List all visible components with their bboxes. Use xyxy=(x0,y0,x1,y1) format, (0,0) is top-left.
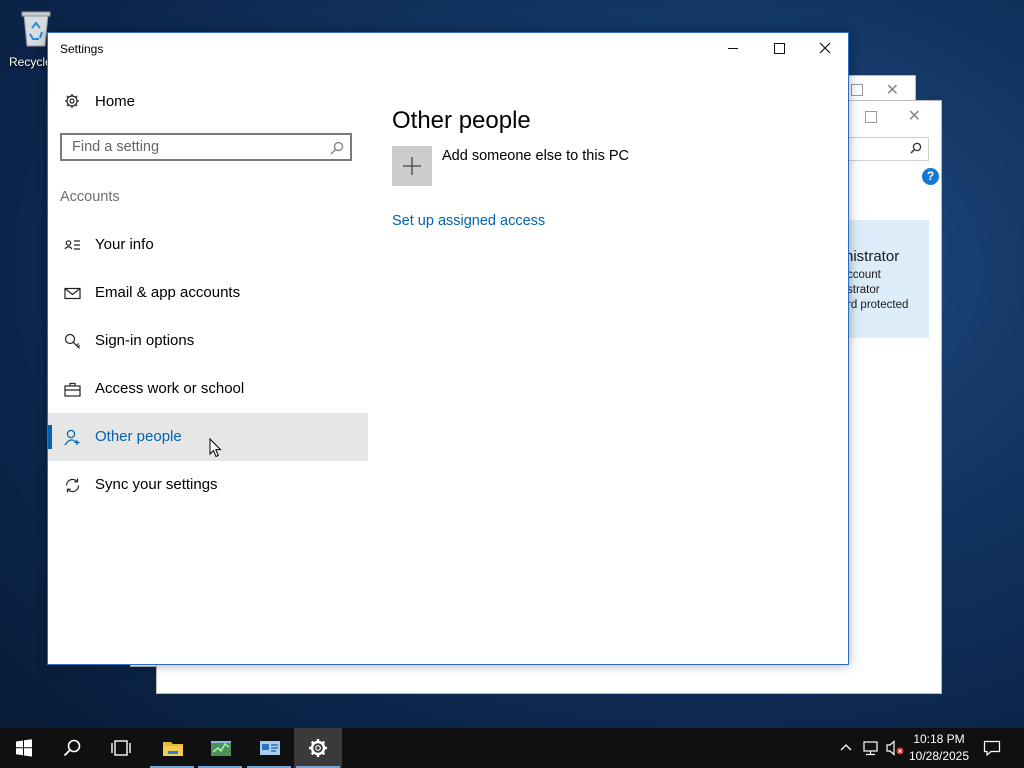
contact-card-icon xyxy=(64,240,80,250)
maximize-icon[interactable] xyxy=(865,111,877,123)
person-add-icon xyxy=(64,429,80,446)
maximize-icon[interactable] xyxy=(851,84,863,96)
close-icon[interactable]: ✕ xyxy=(908,106,921,126)
nav-item-sync-settings[interactable]: Sync your settings xyxy=(48,461,368,509)
nav-item-your-info[interactable]: Your info xyxy=(48,221,368,269)
taskbar-task-manager[interactable] xyxy=(196,728,244,768)
server-manager-icon xyxy=(260,741,280,755)
nav-item-label: Access work or school xyxy=(95,380,245,397)
nav-item-email-app-accounts[interactable]: Email & app accounts xyxy=(48,269,368,317)
account-card-details: ccount strator rd protected xyxy=(847,269,909,311)
chevron-up-icon xyxy=(840,744,852,751)
nav-item-label: Sync your settings xyxy=(95,476,218,493)
section-heading-accounts: Accounts xyxy=(60,189,120,205)
search-input[interactable] xyxy=(62,135,334,159)
taskbar-clock[interactable]: 10:18 PM 10/28/2025 xyxy=(900,731,978,765)
taskbar-settings[interactable] xyxy=(294,728,342,768)
nav-item-other-people[interactable]: Other people xyxy=(48,413,368,461)
close-button[interactable] xyxy=(802,33,848,64)
action-center-button[interactable] xyxy=(978,728,1008,768)
clock-time: 10:18 PM xyxy=(913,732,965,746)
search-setting-box[interactable] xyxy=(60,133,352,161)
assigned-access-link[interactable]: Set up assigned access xyxy=(392,213,545,229)
task-view-button[interactable] xyxy=(96,728,144,768)
show-hidden-icons-button[interactable] xyxy=(838,728,854,768)
task-view-icon xyxy=(111,740,131,756)
close-icon xyxy=(819,42,831,54)
page-title: Other people xyxy=(392,107,531,135)
nav-item-label: Your info xyxy=(95,236,154,253)
nav-item-sign-in-options[interactable]: Sign-in options xyxy=(48,317,368,365)
taskbar: 10:18 PM 10/28/2025 xyxy=(0,728,1024,768)
nav-item-label: Other people xyxy=(95,428,182,445)
file-explorer-icon xyxy=(163,742,183,756)
add-person-label[interactable]: Add someone else to this PC xyxy=(442,148,629,164)
maximize-button[interactable] xyxy=(756,33,802,64)
maximize-icon xyxy=(774,43,785,54)
window-title: Settings xyxy=(60,42,104,56)
mouse-cursor-icon xyxy=(209,438,222,458)
minimize-button[interactable] xyxy=(710,33,756,64)
key-icon xyxy=(64,333,81,349)
taskbar-file-explorer[interactable] xyxy=(148,728,196,768)
nav-home-label: Home xyxy=(95,93,136,110)
nav-item-label: Email & app accounts xyxy=(95,284,241,301)
nav-item-access-work-school[interactable]: Access work or school xyxy=(48,365,368,413)
search-icon xyxy=(910,142,922,154)
clock-date: 10/28/2025 xyxy=(908,749,970,763)
task-manager-icon xyxy=(211,741,231,756)
account-card-title: nistrator xyxy=(845,248,900,265)
nav-item-label: Sign-in options xyxy=(95,332,195,349)
taskbar-server-manager[interactable] xyxy=(245,728,293,768)
briefcase-icon xyxy=(64,382,81,397)
add-person-button[interactable] xyxy=(392,146,432,186)
network-tray-button[interactable] xyxy=(860,728,882,768)
settings-window: Settings Home Accounts Your info E xyxy=(47,32,849,665)
nav-home[interactable]: Home xyxy=(48,85,368,119)
help-icon[interactable]: ? xyxy=(922,168,939,185)
title-bar[interactable]: Settings xyxy=(48,33,848,64)
notification-icon xyxy=(983,740,1001,756)
minimize-icon xyxy=(728,48,738,49)
mail-icon xyxy=(64,287,81,300)
sync-icon xyxy=(65,478,80,493)
search-button[interactable] xyxy=(48,728,96,768)
plus-icon xyxy=(403,157,421,175)
windows-logo-icon xyxy=(16,739,32,757)
gear-icon xyxy=(65,94,79,108)
search-icon xyxy=(63,739,81,757)
search-icon[interactable] xyxy=(330,141,344,155)
close-icon[interactable]: ✕ xyxy=(886,80,899,100)
start-button[interactable] xyxy=(0,728,48,768)
network-icon xyxy=(863,741,878,756)
settings-gear-icon xyxy=(309,739,327,757)
